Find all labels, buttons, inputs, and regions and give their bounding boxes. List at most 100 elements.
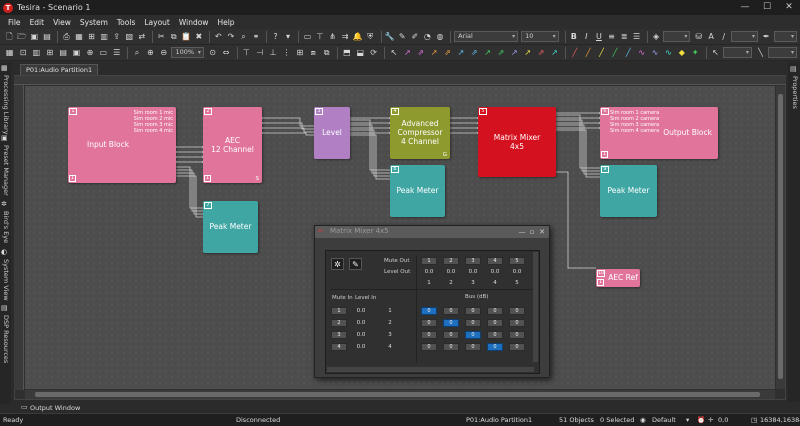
crosspoint-button[interactable]: 0: [421, 343, 437, 351]
crosspoint-button[interactable]: 0: [509, 319, 525, 327]
output-mute-button[interactable]: 2: [443, 257, 459, 265]
flow-icon[interactable]: ⇉: [340, 31, 351, 43]
menu-view[interactable]: View: [53, 18, 71, 27]
layer-dropdown-icon[interactable]: ▾: [686, 416, 689, 424]
orange-line-icon[interactable]: ╱: [583, 47, 594, 59]
maximize-button[interactable]: ☐: [756, 0, 778, 15]
crosspoint-button[interactable]: 0: [509, 343, 525, 351]
dialog-horizontal-scrollbar[interactable]: [327, 367, 534, 372]
crosspoint-button[interactable]: 0: [509, 331, 525, 339]
input-level-value[interactable]: 0.0: [353, 308, 369, 314]
device-icon[interactable]: ▥: [99, 31, 110, 43]
weight-select[interactable]: [768, 47, 797, 58]
zoom-select[interactable]: 100%: [171, 47, 204, 58]
save-all-icon[interactable]: ▤: [42, 31, 53, 43]
green-wire-2-icon[interactable]: ⇗: [495, 47, 506, 59]
line-style-select[interactable]: [731, 31, 759, 42]
font-family-select[interactable]: Arial: [454, 31, 519, 42]
input-mute-button[interactable]: 4: [331, 343, 347, 351]
vertical-scroll-thumb[interactable]: [778, 94, 783, 379]
alarm-icon[interactable]: 🔔: [352, 31, 363, 43]
minimize-button[interactable]: —: [734, 0, 756, 15]
hierarchy-icon[interactable]: ⋔: [327, 31, 338, 43]
tab-preset-manager[interactable]: ▣ Preset Manager: [0, 134, 11, 196]
output-level-value[interactable]: 0.0: [443, 269, 459, 275]
violet-wire-icon[interactable]: ↗: [509, 47, 520, 59]
tab-birds-eye[interactable]: ✲ Bird's Eye: [0, 200, 11, 248]
crosspoint-button[interactable]: 0: [421, 331, 437, 339]
font-size-select[interactable]: 10: [521, 31, 559, 42]
delete-icon[interactable]: ✖: [194, 31, 205, 43]
align-bottom-icon[interactable]: ⊥: [267, 47, 278, 59]
vertical-scrollbar[interactable]: [776, 86, 785, 389]
layout-icon[interactable]: ▭: [302, 31, 313, 43]
underline-button[interactable]: U: [594, 31, 605, 43]
peak-meter-block-2[interactable]: 8 Peak Meter: [390, 165, 445, 217]
red-wire-icon[interactable]: ⇗: [535, 47, 546, 59]
input-level-value[interactable]: 0.0: [353, 320, 369, 326]
send-back-icon[interactable]: ⬓: [355, 47, 366, 59]
tree-icon[interactable]: ⊤: [315, 31, 326, 43]
magenta-wire-2-icon[interactable]: ⇗: [415, 47, 426, 59]
align-right-icon[interactable]: ☰: [631, 31, 642, 43]
green-line-icon[interactable]: ╱: [609, 47, 620, 59]
crosspoint-button[interactable]: 0: [443, 307, 459, 315]
crosspoint-button[interactable]: 0: [443, 319, 459, 327]
yellow-curve-icon[interactable]: ◆: [676, 47, 687, 59]
output-mute-button[interactable]: 3: [465, 257, 481, 265]
help-dropdown-icon[interactable]: ▾: [283, 31, 294, 43]
help-icon[interactable]: ?: [270, 31, 281, 43]
document-icon[interactable]: ▭: [98, 47, 109, 59]
dialog-vertical-scrollbar[interactable]: [533, 252, 538, 362]
input-level-value[interactable]: 0.0: [353, 332, 369, 338]
arrange-icon[interactable]: ⊞: [294, 47, 305, 59]
align-center-icon[interactable]: ≣: [619, 31, 630, 43]
dialog-maximize-button[interactable]: ▫: [527, 226, 537, 238]
magenta-wire-icon[interactable]: ↗: [402, 47, 413, 59]
crosspoint-button[interactable]: 0: [487, 331, 503, 339]
output-level-value[interactable]: 0.0: [421, 269, 437, 275]
paint-bucket-icon[interactable]: ⛁: [693, 31, 704, 43]
print-icon[interactable]: ⎙: [61, 31, 72, 43]
fill-style-select[interactable]: [663, 31, 691, 42]
fill-color-icon[interactable]: ◈: [651, 31, 662, 43]
pan-icon[interactable]: ⇔: [220, 47, 231, 59]
network-icon[interactable]: ⊞: [86, 31, 97, 43]
table-icon[interactable]: ⊞: [44, 47, 55, 59]
dialog-close-button[interactable]: ✕: [537, 226, 547, 238]
crosspoint-button[interactable]: 0: [487, 319, 503, 327]
connect-icon[interactable]: ⇄: [137, 31, 148, 43]
crosspoint-button[interactable]: 0: [443, 343, 459, 351]
bold-button[interactable]: B: [569, 31, 580, 43]
crosspoint-button[interactable]: 0: [487, 307, 503, 315]
menu-window[interactable]: Window: [179, 18, 209, 27]
output-level-value[interactable]: 0.0: [509, 269, 525, 275]
snap-icon[interactable]: ⊡: [17, 47, 28, 59]
pencil-icon[interactable]: ✎: [397, 31, 408, 43]
yellow-wire-icon[interactable]: ↗: [522, 47, 533, 59]
line-pen-icon[interactable]: ✒: [761, 31, 772, 43]
line-tool-icon[interactable]: ╲: [755, 47, 766, 59]
output-block[interactable]: 6 Sim room 1 camera Sim room 2 camera Si…: [600, 107, 718, 159]
menu-tools[interactable]: Tools: [117, 18, 135, 27]
tab-properties[interactable]: Properties: [791, 76, 799, 109]
visibility-eye-icon[interactable]: ◉: [640, 416, 646, 424]
pink-line-icon[interactable]: ∿: [636, 47, 647, 59]
zoom-in-icon[interactable]: ⊕: [145, 47, 156, 59]
gauge-icon[interactable]: ◔: [422, 31, 433, 43]
bring-front-icon[interactable]: ⬒: [341, 47, 352, 59]
input-block[interactable]: 1 Sim room 1 mic Sim room 2 mic Sim room…: [68, 107, 176, 183]
shield-icon[interactable]: ⛨: [365, 31, 376, 43]
print-preview-icon[interactable]: ▦: [74, 31, 85, 43]
asterisk-tool-button[interactable]: ✲: [331, 258, 344, 270]
cut-icon[interactable]: ✂: [156, 31, 167, 43]
tab-dsp-resources[interactable]: ▤ DSP Resources: [0, 304, 11, 368]
output-level-value[interactable]: 0.0: [487, 269, 503, 275]
tab-processing-library[interactable]: ▦ Processing Library: [0, 64, 11, 135]
paste-icon[interactable]: 📋: [181, 31, 192, 43]
select-mode-icon[interactable]: ↖: [710, 47, 721, 59]
green-point-icon[interactable]: ✦: [690, 47, 701, 59]
crosspoint-button[interactable]: 0: [465, 319, 481, 327]
new-file-icon[interactable]: 🗋: [4, 31, 15, 43]
tab-audio-partition[interactable]: P01:Audio Partition1: [20, 64, 99, 75]
